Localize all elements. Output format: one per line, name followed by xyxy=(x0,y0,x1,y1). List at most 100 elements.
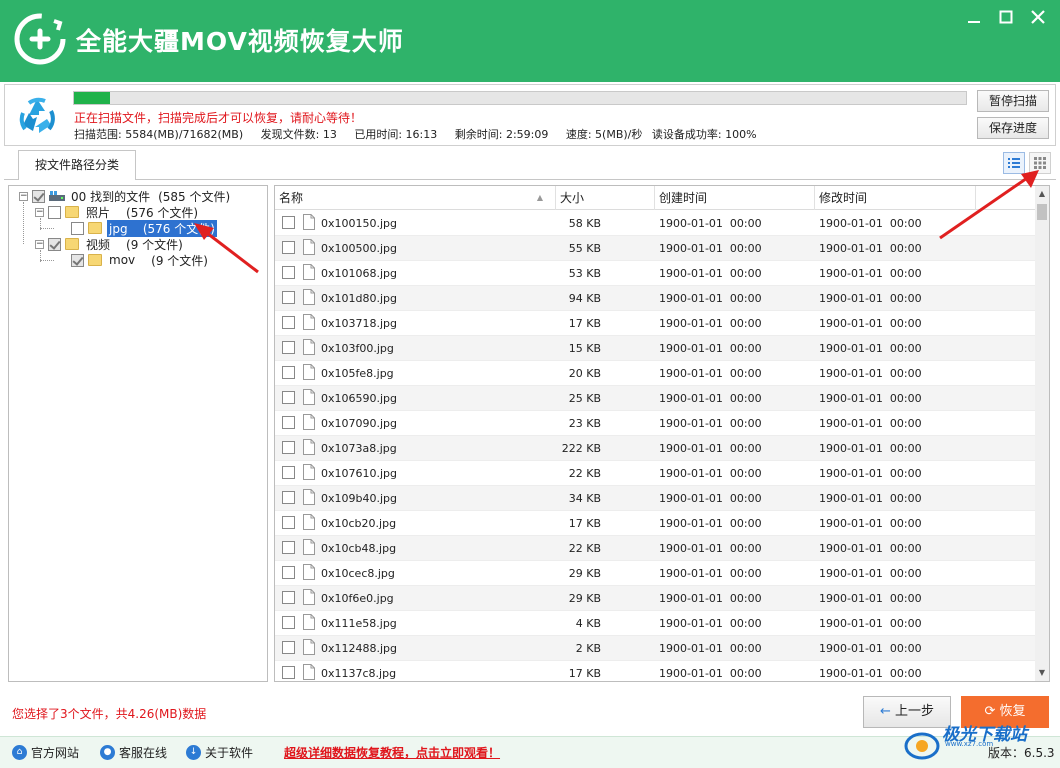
customer-service-link[interactable]: ● 客服在线 xyxy=(100,743,167,761)
file-created: 1900-01-01 00:00 xyxy=(659,442,762,455)
chat-icon: ● xyxy=(100,744,115,760)
scrollbar-thumb[interactable] xyxy=(1037,204,1047,220)
file-icon xyxy=(303,514,315,530)
file-name: 0x107090.jpg xyxy=(321,417,398,430)
row-checkbox[interactable] xyxy=(282,366,295,379)
table-row[interactable]: 0x107090.jpg 23 KB 1900-01-01 00:00 1900-01… xyxy=(275,411,1035,436)
table-row[interactable]: 0x111e58.jpg 4 KB 1900-01-01 00:00 1900-01-… xyxy=(275,611,1035,636)
tree-checkbox-found-files[interactable] xyxy=(32,189,45,203)
file-modified: 1900-01-01 00:00 xyxy=(819,492,922,505)
version-label: 版本：6.5.3 xyxy=(988,746,1055,760)
table-row[interactable]: 0x112488.jpg 2 KB 1900-01-01 00:00 1900-01-… xyxy=(275,636,1035,661)
about-software-link[interactable]: ↓ 关于软件 xyxy=(186,743,253,761)
read-success-rate: 读设备成功率: 100% xyxy=(651,128,757,141)
column-header-name[interactable]: 名称 ▲ xyxy=(275,186,556,210)
row-checkbox[interactable] xyxy=(282,266,295,279)
tree-checkbox-mov[interactable] xyxy=(71,253,84,267)
file-size: 29 KB xyxy=(568,567,601,580)
save-progress-button[interactable]: 保存进度 xyxy=(977,117,1049,139)
column-header-size[interactable]: 大小 xyxy=(556,186,655,210)
row-checkbox[interactable] xyxy=(282,216,295,229)
table-row[interactable]: 0x1073a8.jpg 222 KB 1900-01-01 00:00 1900-0… xyxy=(275,436,1035,461)
tab-by-file-path[interactable]: 按文件路径分类 xyxy=(18,150,136,180)
minimize-button[interactable] xyxy=(962,6,986,28)
row-checkbox[interactable] xyxy=(282,241,295,254)
about-software-label: 关于软件 xyxy=(205,745,254,760)
tutorial-link[interactable]: 超级详细数据恢复教程，点击立即观看！ xyxy=(284,744,500,761)
table-row[interactable]: 0x100150.jpg 58 KB 1900-01-01 00:00 1900-01… xyxy=(275,211,1035,236)
column-header-modified[interactable]: 修改时间 xyxy=(815,186,976,210)
row-checkbox[interactable] xyxy=(282,541,295,554)
grid-view-button[interactable] xyxy=(1029,152,1051,174)
row-checkbox[interactable] xyxy=(282,666,295,679)
row-checkbox[interactable] xyxy=(282,441,295,454)
table-row[interactable]: 0x103718.jpg 17 KB 1900-01-01 00:00 1900-01… xyxy=(275,311,1035,336)
tree-node-found-files[interactable]: − 00 找到的文件 (585 个文件) xyxy=(19,188,230,204)
maximize-button[interactable] xyxy=(994,6,1018,28)
table-row[interactable]: 0x103f00.jpg 15 KB 1900-01-01 00:00 1900-01… xyxy=(275,336,1035,361)
table-row[interactable]: 0x106590.jpg 25 KB 1900-01-01 00:00 1900-01… xyxy=(275,386,1035,411)
official-website-link[interactable]: ⌂ 官方网站 xyxy=(12,743,79,761)
file-size: 15 KB xyxy=(568,342,601,355)
table-row[interactable]: 0x10cec8.jpg 29 KB 1900-01-01 00:00 1900-01… xyxy=(275,561,1035,586)
tree-connector xyxy=(40,228,54,229)
collapse-icon[interactable]: − xyxy=(35,207,44,217)
folder-icon xyxy=(65,238,79,250)
row-checkbox[interactable] xyxy=(282,416,295,429)
table-row[interactable]: 0x100500.jpg 55 KB 1900-01-01 00:00 1900-01… xyxy=(275,236,1035,261)
file-list-header: 名称 ▲ 大小 创建时间 修改时间 xyxy=(275,186,1035,210)
tree-checkbox-videos[interactable] xyxy=(48,237,61,251)
row-checkbox[interactable] xyxy=(282,516,295,529)
tree-node-photos[interactable]: − 照片 (576 个文件) xyxy=(35,204,198,220)
file-created: 1900-01-01 00:00 xyxy=(659,667,762,680)
collapse-icon[interactable]: − xyxy=(19,191,28,201)
close-button[interactable] xyxy=(1026,6,1050,28)
arrow-left-icon: ← xyxy=(880,704,891,719)
tree-checkbox-jpg[interactable] xyxy=(71,221,84,235)
column-header-created[interactable]: 创建时间 xyxy=(655,186,815,210)
file-icon xyxy=(303,289,315,305)
tree-node-jpg[interactable]: jpg (576 个文件) xyxy=(71,219,217,237)
scan-stats: 扫描范围: 5584(MB)/71682(MB) 发现文件数: 13 已用时间:… xyxy=(74,126,771,142)
table-row[interactable]: 0x10f6e0.jpg 29 KB 1900-01-01 00:00 1900-01… xyxy=(275,586,1035,611)
row-checkbox[interactable] xyxy=(282,316,295,329)
row-checkbox[interactable] xyxy=(282,641,295,654)
scan-range: 扫描范围: 5584(MB)/71682(MB) xyxy=(74,128,244,141)
scroll-down-icon[interactable]: ▼ xyxy=(1035,665,1049,681)
table-row[interactable]: 0x10cb48.jpg 22 KB 1900-01-01 00:00 1900-01… xyxy=(275,536,1035,561)
table-row[interactable]: 0x105fe8.jpg 20 KB 1900-01-01 00:00 1900-01… xyxy=(275,361,1035,386)
tree-connector xyxy=(23,202,24,244)
list-view-button[interactable] xyxy=(1003,152,1025,174)
row-checkbox[interactable] xyxy=(282,491,295,504)
scroll-up-icon[interactable]: ▲ xyxy=(1035,186,1049,202)
file-name: 0x112488.jpg xyxy=(321,642,398,655)
table-row[interactable]: 0x109b40.jpg 34 KB 1900-01-01 00:00 1900-01… xyxy=(275,486,1035,511)
table-row[interactable]: 0x101d80.jpg 94 KB 1900-01-01 00:00 1900-01… xyxy=(275,286,1035,311)
row-checkbox[interactable] xyxy=(282,616,295,629)
row-checkbox[interactable] xyxy=(282,341,295,354)
file-modified: 1900-01-01 00:00 xyxy=(819,217,922,230)
vertical-scrollbar[interactable]: ▲ ▼ xyxy=(1035,186,1049,681)
files-found: 发现文件数: 13 xyxy=(260,128,337,141)
row-checkbox[interactable] xyxy=(282,391,295,404)
file-created: 1900-01-01 00:00 xyxy=(659,392,762,405)
table-row[interactable]: 0x101068.jpg 53 KB 1900-01-01 00:00 1900-01… xyxy=(275,261,1035,286)
tree-checkbox-photos[interactable] xyxy=(48,205,61,219)
file-name: 0x107610.jpg xyxy=(321,467,398,480)
row-checkbox[interactable] xyxy=(282,591,295,604)
row-checkbox[interactable] xyxy=(282,466,295,479)
row-checkbox[interactable] xyxy=(282,291,295,304)
table-row[interactable]: 0x10cb20.jpg 17 KB 1900-01-01 00:00 1900-01… xyxy=(275,511,1035,536)
home-icon: ⌂ xyxy=(12,744,27,760)
tree-node-videos[interactable]: − 视频 (9 个文件) xyxy=(35,236,183,252)
file-icon xyxy=(303,564,315,580)
table-row[interactable]: 0x107610.jpg 22 KB 1900-01-01 00:00 1900-01… xyxy=(275,461,1035,486)
collapse-icon[interactable]: − xyxy=(35,239,44,249)
file-modified: 1900-01-01 00:00 xyxy=(819,392,922,405)
file-modified: 1900-01-01 00:00 xyxy=(819,642,922,655)
table-row[interactable]: 0x1137c8.jpg 17 KB 1900-01-01 00:00 1900-01… xyxy=(275,661,1035,681)
row-checkbox[interactable] xyxy=(282,566,295,579)
pause-scan-button[interactable]: 暂停扫描 xyxy=(977,90,1049,112)
tree-node-mov[interactable]: mov (9 个文件) xyxy=(71,252,208,268)
file-created: 1900-01-01 00:00 xyxy=(659,567,762,580)
